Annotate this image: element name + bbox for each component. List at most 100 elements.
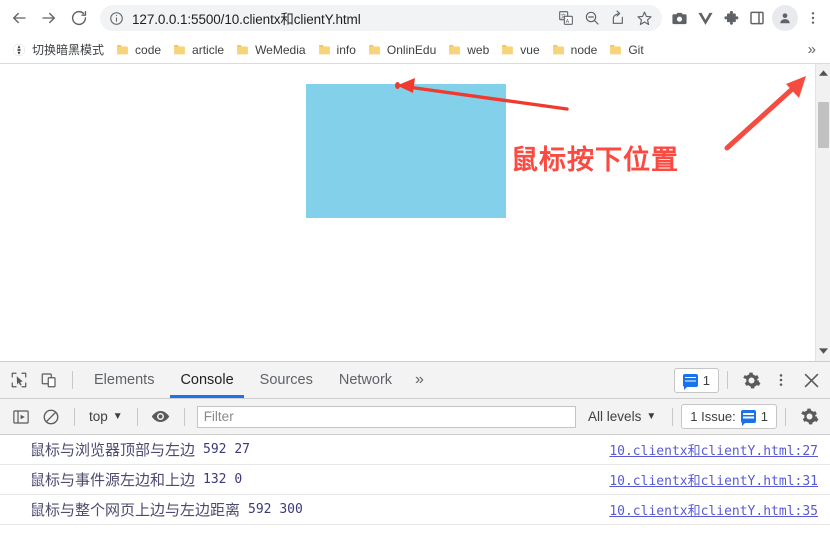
folder-icon xyxy=(552,43,565,56)
bookmark-label: WeMedia xyxy=(255,42,306,57)
forward-button[interactable] xyxy=(34,3,64,33)
svg-text:A: A xyxy=(566,19,570,25)
bookmarks-bar: 切换暗黑模式 code article WeMedia info OnlinEd… xyxy=(0,36,830,64)
folder-icon xyxy=(236,43,249,56)
bookmark-item-2[interactable]: article xyxy=(167,39,230,61)
side-panel-icon[interactable] xyxy=(744,3,770,33)
scrollbar-up-arrow-icon[interactable] xyxy=(816,66,830,81)
console-message-text: 鼠标与浏览器顶部与左边 xyxy=(30,441,196,459)
bookmark-item-5[interactable]: OnlinEdu xyxy=(362,39,442,61)
chrome-menu-icon[interactable] xyxy=(800,3,826,33)
scrollbar-down-arrow-icon[interactable] xyxy=(816,344,830,359)
issues-badge[interactable]: 1 xyxy=(673,367,719,393)
bookmark-label: code xyxy=(135,42,162,57)
filterbar-divider xyxy=(672,407,674,426)
tab-network[interactable]: Network xyxy=(326,362,405,398)
back-button[interactable] xyxy=(4,3,34,33)
translate-icon[interactable]: 文A xyxy=(554,6,578,30)
bookmark-item-0[interactable]: 切换暗黑模式 xyxy=(6,39,110,61)
page-viewport: 鼠标按下位置 xyxy=(0,64,830,361)
extensions-puzzle-icon[interactable] xyxy=(718,3,744,33)
console-row[interactable]: 鼠标与浏览器顶部与左边 592 27 10.clientx和clientY.ht… xyxy=(0,435,830,465)
profile-avatar[interactable] xyxy=(772,5,798,31)
issues-filter-label: 1 Issue: xyxy=(690,409,736,424)
console-source-link[interactable]: 10.clientx和clientY.html:31 xyxy=(609,470,824,489)
console-row[interactable]: 鼠标与整个网页上边与左边距离 592 300 10.clientx和client… xyxy=(0,495,830,525)
console-sidebar-icon[interactable] xyxy=(6,402,36,432)
console-message-values: 592 27 xyxy=(203,442,250,457)
share-icon[interactable] xyxy=(606,6,630,30)
bookmark-label: node xyxy=(570,42,598,57)
bookmark-label: OnlinEdu xyxy=(386,42,437,57)
console-filter-bar: top ▼ All levels ▼ 1 Issue: 1 xyxy=(0,399,830,435)
bookmark-item-4[interactable]: info xyxy=(312,39,362,61)
vue-devtools-icon[interactable] xyxy=(692,3,718,33)
zoom-out-icon[interactable] xyxy=(580,6,604,30)
console-source-link[interactable]: 10.clientx和clientY.html:35 xyxy=(609,500,824,519)
folder-icon xyxy=(173,43,186,56)
page-scrollbar[interactable] xyxy=(815,64,830,361)
page-content: 鼠标按下位置 xyxy=(0,64,815,361)
filterbar-divider xyxy=(183,407,185,426)
address-bar[interactable]: 127.0.0.1:5500/10.clientx和clientY.html 文… xyxy=(100,5,662,31)
issues-filter-count: 1 xyxy=(760,409,768,424)
bookmark-label: web xyxy=(467,42,490,57)
console-row[interactable]: 鼠标与事件源左边和上边 132 0 10.clientx和clientY.htm… xyxy=(0,465,830,495)
tabs-overflow-button[interactable]: » xyxy=(405,371,434,389)
tab-elements[interactable]: Elements xyxy=(81,362,167,398)
bookmark-item-8[interactable]: node xyxy=(546,39,604,61)
bookmark-item-9[interactable]: Git xyxy=(603,39,649,61)
filterbar-divider xyxy=(74,407,75,426)
filterbar-divider xyxy=(136,407,138,426)
bookmark-item-6[interactable]: web xyxy=(442,39,495,61)
console-messages[interactable]: 鼠标与浏览器顶部与左边 592 27 10.clientx和clientY.ht… xyxy=(0,435,830,537)
log-levels-value: All levels xyxy=(588,409,642,424)
tab-console[interactable]: Console xyxy=(167,362,246,398)
context-selector-value: top xyxy=(89,409,108,424)
browser-toolbar: 127.0.0.1:5500/10.clientx和clientY.html 文… xyxy=(0,0,830,36)
inspect-element-icon[interactable] xyxy=(4,365,34,395)
browser-window: 127.0.0.1:5500/10.clientx和clientY.html 文… xyxy=(0,0,830,537)
bookmark-label: 切换暗黑模式 xyxy=(32,43,105,57)
mouse-press-marker-dot xyxy=(395,82,400,89)
devtools-panel: Elements Console Sources Network » 1 top… xyxy=(0,361,830,537)
folder-icon xyxy=(116,43,129,56)
globe-icon xyxy=(12,43,26,57)
more-vertical-icon[interactable] xyxy=(766,365,796,395)
issues-count: 1 xyxy=(702,372,710,388)
chevron-down-icon: ▼ xyxy=(112,411,123,422)
device-toolbar-icon[interactable] xyxy=(34,365,64,395)
settings-gear-icon[interactable] xyxy=(736,365,766,395)
bookmarks-overflow-button[interactable]: » xyxy=(800,41,824,58)
folder-icon xyxy=(609,43,622,56)
context-selector[interactable]: top ▼ xyxy=(83,409,129,424)
folder-icon xyxy=(448,43,461,56)
log-levels-selector[interactable]: All levels ▼ xyxy=(580,409,664,424)
blue-event-source-box[interactable] xyxy=(306,84,506,218)
bookmark-label: info xyxy=(336,42,356,57)
toolbar-divider xyxy=(727,371,728,389)
bookmark-item-3[interactable]: WeMedia xyxy=(230,39,311,61)
folder-icon xyxy=(368,43,381,56)
console-message-text: 鼠标与事件源左边和上边 xyxy=(30,471,196,489)
reload-button[interactable] xyxy=(64,3,94,33)
tab-sources[interactable]: Sources xyxy=(247,362,326,398)
console-message-values: 592 300 xyxy=(248,502,303,517)
issues-filter-badge[interactable]: 1 Issue: 1 xyxy=(681,404,777,429)
annotation-label: 鼠标按下位置 xyxy=(511,145,679,176)
console-settings-gear-icon[interactable] xyxy=(794,402,824,432)
live-expression-eye-icon[interactable] xyxy=(146,402,176,432)
clear-console-icon[interactable] xyxy=(36,402,66,432)
console-source-link[interactable]: 10.clientx和clientY.html:27 xyxy=(609,440,824,459)
address-bar-url: 127.0.0.1:5500/10.clientx和clientY.html xyxy=(132,12,361,27)
console-message-values: 132 0 xyxy=(203,472,243,487)
bookmark-star-icon[interactable] xyxy=(632,6,656,30)
close-icon[interactable] xyxy=(796,365,826,395)
filter-input[interactable] xyxy=(196,405,577,428)
filterbar-divider xyxy=(785,407,786,426)
scrollbar-thumb[interactable] xyxy=(818,102,829,148)
bookmark-item-1[interactable]: code xyxy=(110,39,167,61)
bookmark-item-7[interactable]: vue xyxy=(495,39,545,61)
info-circle-icon[interactable] xyxy=(109,11,124,26)
camera-icon[interactable] xyxy=(666,3,692,33)
